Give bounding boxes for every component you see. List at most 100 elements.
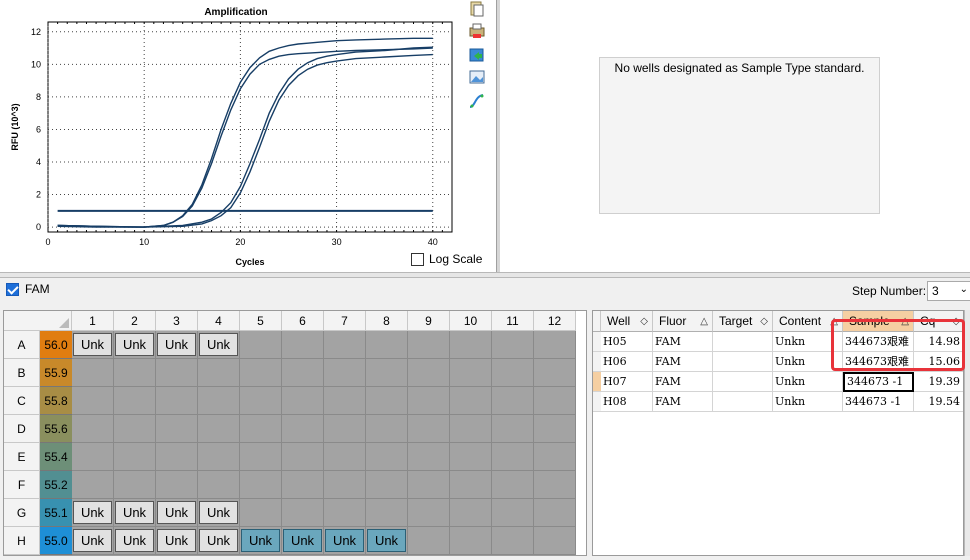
cell-cq[interactable]: 15.06 xyxy=(914,352,963,372)
well-H12[interactable] xyxy=(534,527,576,555)
well-A8[interactable] xyxy=(366,331,408,359)
fam-toggle[interactable]: FAM xyxy=(6,282,50,296)
column-header-9[interactable]: 9 xyxy=(408,311,450,331)
copy-icon[interactable] xyxy=(467,0,487,18)
well-C10[interactable] xyxy=(450,387,492,415)
well-C11[interactable] xyxy=(492,387,534,415)
well-F4[interactable] xyxy=(198,471,240,499)
row-header-C[interactable]: C xyxy=(4,387,40,415)
well-D9[interactable] xyxy=(408,415,450,443)
well-D1[interactable] xyxy=(72,415,114,443)
well-A7[interactable] xyxy=(324,331,366,359)
cell-target[interactable] xyxy=(713,392,773,412)
well-B1[interactable] xyxy=(72,359,114,387)
well-F2[interactable] xyxy=(114,471,156,499)
well-F6[interactable] xyxy=(282,471,324,499)
cell-well[interactable]: H06 xyxy=(601,352,653,372)
row-header-F[interactable]: F xyxy=(4,471,40,499)
well-D4[interactable] xyxy=(198,415,240,443)
sort-icon[interactable]: ◇ xyxy=(640,311,648,332)
well-C7[interactable] xyxy=(324,387,366,415)
well-C1[interactable] xyxy=(72,387,114,415)
well-D6[interactable] xyxy=(282,415,324,443)
well-content-H4[interactable]: Unk xyxy=(199,529,238,552)
well-E5[interactable] xyxy=(240,443,282,471)
well-D2[interactable] xyxy=(114,415,156,443)
plate-corner[interactable] xyxy=(4,311,72,331)
well-E6[interactable] xyxy=(282,443,324,471)
well-C6[interactable] xyxy=(282,387,324,415)
well-content-G3[interactable]: Unk xyxy=(157,501,196,524)
column-header-fluor[interactable]: Fluor △ xyxy=(653,311,713,332)
column-header-content[interactable]: Content △ xyxy=(773,311,843,332)
well-G11[interactable] xyxy=(492,499,534,527)
log-scale-checkbox[interactable] xyxy=(411,252,424,266)
well-content-H1[interactable]: Unk xyxy=(73,529,112,552)
column-header-3[interactable]: 3 xyxy=(156,311,198,331)
cell-sample[interactable]: 344673 -1 xyxy=(843,392,914,412)
well-F10[interactable] xyxy=(450,471,492,499)
well-B12[interactable] xyxy=(534,359,576,387)
well-C5[interactable] xyxy=(240,387,282,415)
cell-cq[interactable]: 19.39 xyxy=(914,372,963,392)
well-E4[interactable] xyxy=(198,443,240,471)
well-A9[interactable] xyxy=(408,331,450,359)
well-F8[interactable] xyxy=(366,471,408,499)
export-icon[interactable] xyxy=(467,46,487,64)
well-A12[interactable] xyxy=(534,331,576,359)
well-E2[interactable] xyxy=(114,443,156,471)
well-G6[interactable] xyxy=(282,499,324,527)
cell-target[interactable] xyxy=(713,372,773,392)
well-G7[interactable] xyxy=(324,499,366,527)
well-C4[interactable] xyxy=(198,387,240,415)
well-H9[interactable] xyxy=(408,527,450,555)
well-D7[interactable] xyxy=(324,415,366,443)
cell-sample[interactable]: 344673艰难 xyxy=(843,332,914,352)
well-content-H8[interactable]: Unk xyxy=(367,529,406,552)
well-D10[interactable] xyxy=(450,415,492,443)
row-header-E[interactable]: E xyxy=(4,443,40,471)
curve-icon[interactable] xyxy=(467,92,487,110)
image-icon[interactable] xyxy=(467,68,487,86)
well-B9[interactable] xyxy=(408,359,450,387)
well-F3[interactable] xyxy=(156,471,198,499)
well-D3[interactable] xyxy=(156,415,198,443)
well-content-G4[interactable]: Unk xyxy=(199,501,238,524)
well-B7[interactable] xyxy=(324,359,366,387)
cell-target[interactable] xyxy=(713,352,773,372)
well-E10[interactable] xyxy=(450,443,492,471)
well-content-A3[interactable]: Unk xyxy=(157,333,196,356)
column-header-10[interactable]: 10 xyxy=(450,311,492,331)
well-D12[interactable] xyxy=(534,415,576,443)
well-B6[interactable] xyxy=(282,359,324,387)
cell-fluor[interactable]: FAM xyxy=(653,352,713,372)
well-content-A2[interactable]: Unk xyxy=(115,333,154,356)
cell-content[interactable]: Unkn xyxy=(773,372,843,392)
cell-target[interactable] xyxy=(713,332,773,352)
cell-sample[interactable]: 344673艰难 xyxy=(843,352,914,372)
sort-icon[interactable]: △ xyxy=(830,311,838,332)
row-selector[interactable] xyxy=(593,372,601,392)
well-B8[interactable] xyxy=(366,359,408,387)
well-B3[interactable] xyxy=(156,359,198,387)
well-E8[interactable] xyxy=(366,443,408,471)
column-header-12[interactable]: 12 xyxy=(534,311,576,331)
well-B11[interactable] xyxy=(492,359,534,387)
well-F1[interactable] xyxy=(72,471,114,499)
cell-cq[interactable]: 14.98 xyxy=(914,332,963,352)
column-header-4[interactable]: 4 xyxy=(198,311,240,331)
well-content-A4[interactable]: Unk xyxy=(199,333,238,356)
cell-fluor[interactable]: FAM xyxy=(653,332,713,352)
well-B10[interactable] xyxy=(450,359,492,387)
well-E11[interactable] xyxy=(492,443,534,471)
well-G10[interactable] xyxy=(450,499,492,527)
cell-well[interactable]: H05 xyxy=(601,332,653,352)
sort-icon[interactable]: △ xyxy=(901,311,909,332)
well-F12[interactable] xyxy=(534,471,576,499)
well-content-H7[interactable]: Unk xyxy=(325,529,364,552)
sort-icon[interactable]: △ xyxy=(700,311,708,332)
well-content-H6[interactable]: Unk xyxy=(283,529,322,552)
well-D11[interactable] xyxy=(492,415,534,443)
cell-content[interactable]: Unkn xyxy=(773,352,843,372)
well-F7[interactable] xyxy=(324,471,366,499)
